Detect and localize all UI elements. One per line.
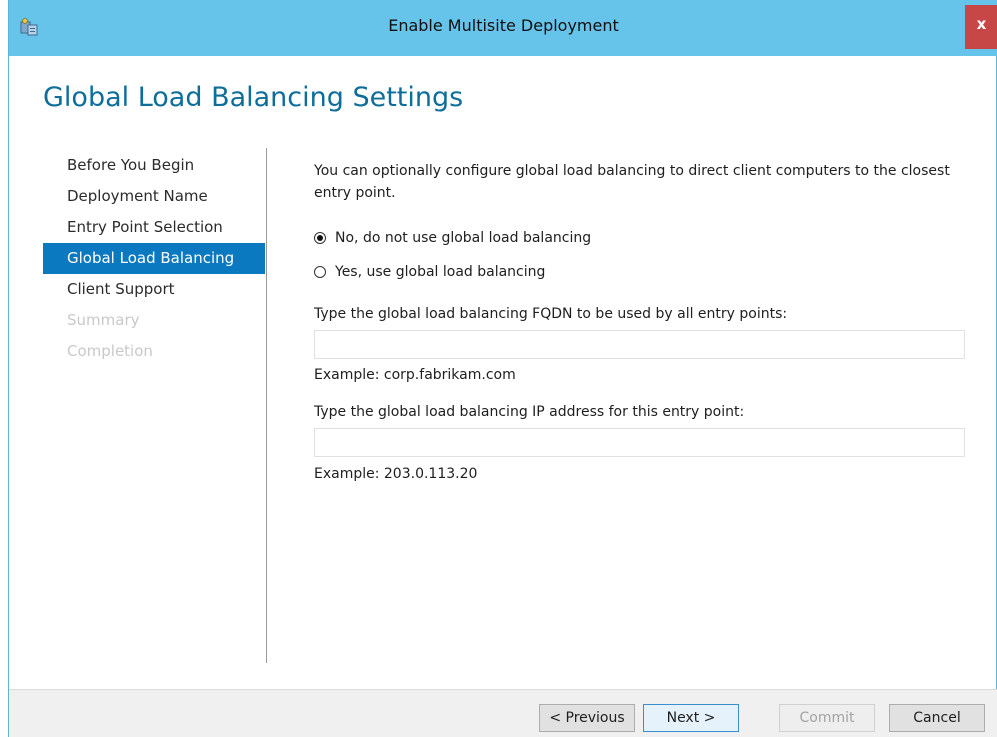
content-pane: You can optionally configure global load… [314,160,969,482]
nav-step-entry-point-selection[interactable]: Entry Point Selection [43,212,265,243]
close-button[interactable]: x [965,5,997,49]
ip-address-input[interactable] [314,428,965,457]
nav-step-summary: Summary [67,311,140,329]
fqdn-example: Example: corp.fabrikam.com [314,367,516,383]
ip-label: Type the global load balancing IP addres… [314,404,745,420]
wizard-window: Enable Multisite Deployment x Global Loa… [8,0,997,737]
nav-divider [266,148,267,663]
nav-step-before-you-begin[interactable]: Before You Begin [43,150,265,181]
radio-no-global-lb[interactable]: No, do not use global load balancing [314,228,591,248]
button-bar: < Previous Next > Commit Cancel [9,689,997,737]
nav-step-deployment-name[interactable]: Deployment Name [43,181,265,212]
window-title: Enable Multisite Deployment [388,16,619,35]
commit-button: Commit [779,704,875,732]
nav-step-completion: Completion [67,342,153,360]
radio-button-checked[interactable] [314,232,326,244]
previous-button[interactable]: < Previous [539,704,635,732]
title-bar[interactable]: Enable Multisite Deployment x [9,0,997,56]
radio-yes-global-lb[interactable]: Yes, use global load balancing [314,262,545,282]
radio-no-label: No, do not use global load balancing [335,230,592,246]
nav-step-client-support[interactable]: Client Support [43,274,265,305]
description-text: You can optionally configure global load… [314,163,950,201]
nav-step-global-load-balancing[interactable]: Global Load Balancing [43,243,265,274]
radio-yes-label: Yes, use global load balancing [335,264,546,280]
wizard-step-list: Before You Begin Deployment Name Entry P… [43,150,265,367]
cancel-button[interactable]: Cancel [889,704,985,732]
page-title: Global Load Balancing Settings [43,82,464,113]
fqdn-label: Type the global load balancing FQDN to b… [314,306,788,322]
radio-button-unchecked[interactable] [314,266,326,278]
fqdn-input[interactable] [314,330,965,359]
ip-example: Example: 203.0.113.20 [314,466,478,482]
next-button[interactable]: Next > [643,704,739,732]
